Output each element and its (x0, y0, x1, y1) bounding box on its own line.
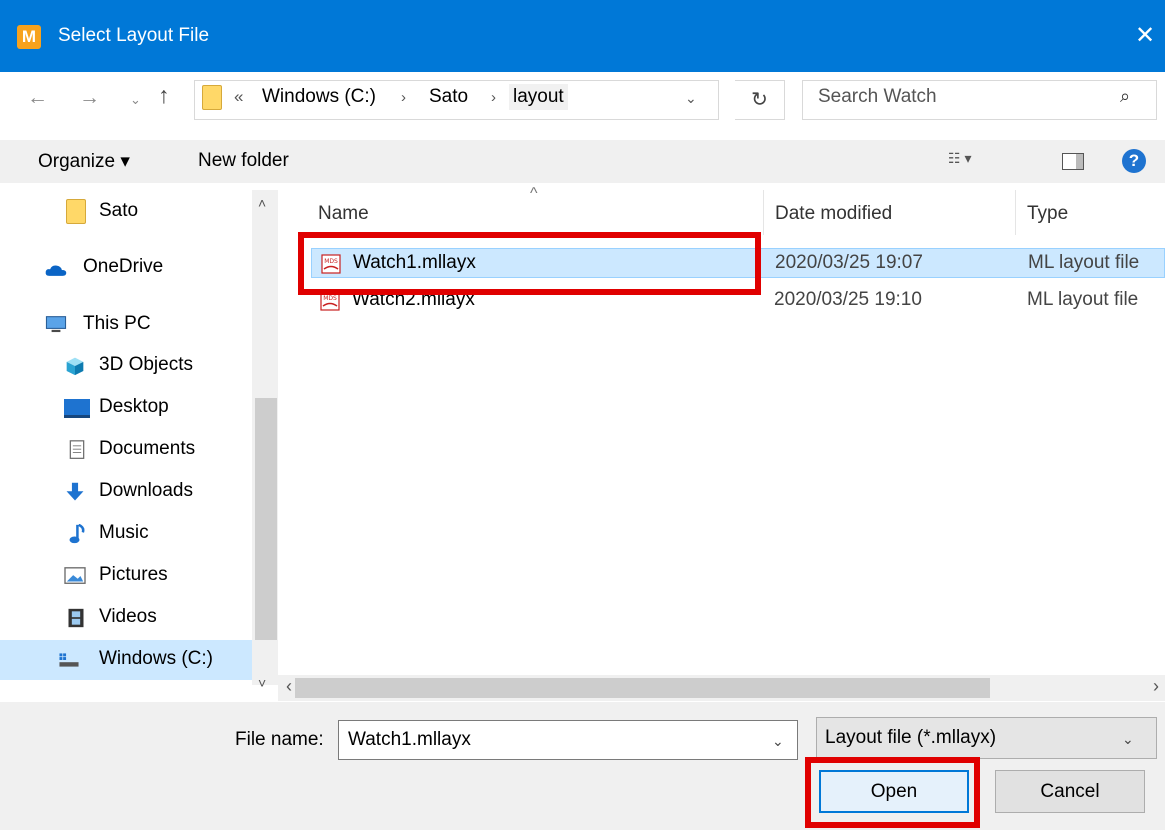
breadcrumb-separator-icon[interactable]: › (491, 89, 496, 106)
desktop-icon (64, 399, 90, 418)
nav-item-sato[interactable]: Sato (0, 192, 252, 232)
new-folder-button[interactable]: New folder (198, 150, 289, 172)
film-icon (68, 608, 84, 628)
app-icon: M (17, 25, 41, 49)
file-type: ML layout file (1027, 289, 1139, 310)
breadcrumb-sato[interactable]: Sato (429, 86, 468, 108)
nav-item-3d-objects[interactable]: 3D Objects (0, 346, 252, 386)
nav-item-windows-c[interactable]: Windows (C:) (0, 640, 252, 680)
music-note-icon (69, 524, 85, 544)
file-type: ML layout file (1028, 252, 1140, 273)
view-options-button[interactable]: ☷ ▾ (948, 150, 971, 167)
nav-item-onedrive[interactable]: OneDrive (0, 248, 252, 288)
sort-ascending-icon: ^ (530, 185, 538, 202)
nav-item-videos[interactable]: Videos (0, 598, 252, 638)
address-dropdown-icon[interactable]: ⌄ (685, 90, 697, 107)
nav-item-documents[interactable]: Documents (0, 430, 252, 470)
scroll-down-icon[interactable]: ˅ (258, 675, 266, 691)
picture-icon (64, 567, 86, 584)
nav-item-label: Sato (99, 200, 139, 221)
breadcrumb-windows-c[interactable]: Windows (C:) (262, 86, 376, 108)
file-name-value[interactable]: Watch1.mllayx (348, 729, 471, 751)
breadcrumb-layout[interactable]: layout (509, 84, 568, 110)
nav-item-music[interactable]: Music (0, 514, 252, 554)
nav-item-label: 3D Objects (99, 354, 193, 375)
file-name-dropdown-icon[interactable]: ⌄ (772, 733, 784, 750)
document-icon (69, 440, 85, 459)
command-bar (0, 140, 1165, 183)
breadcrumb-separator-icon[interactable]: › (401, 89, 406, 106)
breadcrumb-overflow[interactable]: « (234, 87, 243, 107)
nav-item-label: OneDrive (83, 256, 164, 277)
search-placeholder: Search Watch (818, 86, 937, 107)
download-arrow-icon (66, 482, 84, 501)
column-divider[interactable] (763, 190, 764, 235)
recent-locations-button[interactable]: ⌄ (130, 88, 141, 112)
column-header-date[interactable]: Date modified (775, 203, 892, 225)
column-divider[interactable] (1015, 190, 1016, 235)
drive-icon (59, 653, 79, 667)
cube-icon (66, 357, 84, 376)
nav-item-label: Music (99, 522, 149, 543)
back-button[interactable]: ← (27, 86, 48, 110)
file-type-filter-value[interactable]: Layout file (*.mllayx) (825, 727, 996, 749)
nav-item-label: This PC (83, 313, 151, 334)
nav-item-label: Desktop (99, 396, 169, 417)
cancel-button[interactable]: Cancel (995, 770, 1145, 813)
organize-button[interactable]: Organize ▾ (38, 150, 130, 173)
nav-item-label: Downloads (99, 480, 193, 501)
close-button[interactable]: ✕ (1130, 18, 1160, 54)
scroll-right-icon[interactable]: › (1153, 676, 1159, 697)
preview-pane-icon (1076, 154, 1083, 169)
nav-item-label: Documents (99, 438, 196, 459)
cloud-icon (45, 265, 67, 276)
nav-item-label: Windows (C:) (99, 648, 214, 669)
column-header-type[interactable]: Type (1027, 203, 1068, 225)
nav-item-label: Videos (99, 606, 157, 627)
svg-text:MDS: MDS (323, 295, 337, 302)
forward-button[interactable]: → (79, 86, 100, 110)
highlight-selected-file (298, 232, 761, 295)
scroll-up-icon[interactable]: ˄ (258, 195, 266, 211)
filter-dropdown-icon[interactable]: ⌄ (1122, 731, 1134, 748)
file-date: 2020/03/25 19:07 (775, 252, 923, 273)
nav-item-downloads[interactable]: Downloads (0, 472, 252, 512)
nav-item-desktop[interactable]: Desktop (0, 388, 252, 428)
nav-scrollbar-thumb[interactable] (255, 398, 277, 640)
file-date: 2020/03/25 19:10 (774, 289, 922, 310)
file-name-label: File name: (235, 729, 324, 750)
column-header-name[interactable]: Name (318, 203, 369, 225)
folder-icon (66, 199, 86, 224)
highlight-open-button (805, 757, 980, 828)
refresh-button[interactable]: ↻ (735, 80, 785, 120)
scroll-left-icon[interactable]: ‹ (286, 676, 292, 697)
up-button[interactable]: ↑ (158, 83, 170, 107)
nav-item-label: Pictures (99, 564, 168, 585)
pc-icon (45, 316, 67, 333)
hscrollbar-thumb[interactable] (295, 678, 990, 698)
search-icon[interactable]: ⌕ (1120, 86, 1130, 107)
nav-item-pictures[interactable]: Pictures (0, 556, 252, 596)
window-title: Select Layout File (58, 25, 210, 46)
folder-icon (202, 85, 222, 110)
help-icon[interactable]: ? (1122, 149, 1146, 173)
nav-item-this-pc[interactable]: This PC (0, 305, 252, 345)
